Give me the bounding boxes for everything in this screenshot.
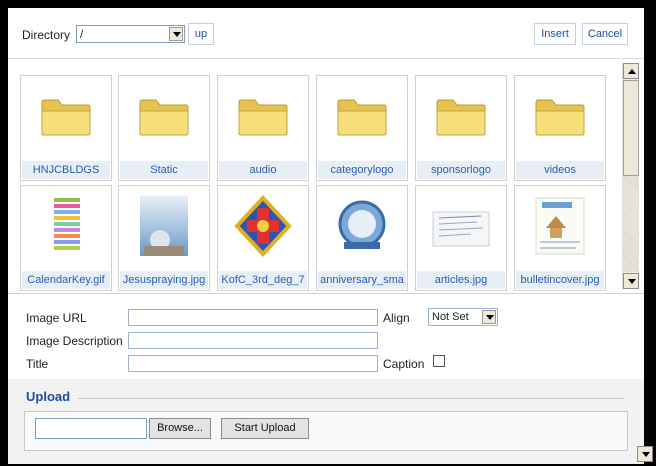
align-value: Not Set xyxy=(432,311,469,323)
image-thumb xyxy=(416,186,506,266)
folder-icon xyxy=(238,99,288,136)
folder-thumb xyxy=(21,76,111,156)
file-name: audio xyxy=(219,161,307,179)
anniversary-seal-image-icon xyxy=(338,200,386,249)
file-tile[interactable]: audio xyxy=(217,75,309,181)
folder-icon xyxy=(436,99,486,136)
scroll-up-icon[interactable] xyxy=(623,63,639,79)
file-tile[interactable]: bulletincover.jpg xyxy=(514,185,606,291)
file-tile[interactable]: Static xyxy=(118,75,210,181)
file-tile[interactable]: CalendarKey.gif xyxy=(20,185,112,291)
folder-thumb xyxy=(416,76,506,156)
file-name: sponsorlogo xyxy=(417,161,505,179)
folder-thumb xyxy=(317,76,407,156)
scroll-down-icon[interactable] xyxy=(637,446,653,462)
grid-scrollbar[interactable] xyxy=(622,63,639,289)
scroll-thumb[interactable] xyxy=(623,80,639,176)
image-thumb xyxy=(21,186,111,266)
align-label: Align xyxy=(383,311,410,325)
browse-button[interactable]: Browse... xyxy=(149,418,211,439)
folder-icon xyxy=(139,99,189,136)
toolbar: Directory / up Insert Cancel xyxy=(8,8,644,59)
bulletin-cover-image-icon xyxy=(535,197,585,255)
title-label: Title xyxy=(26,357,49,371)
chevron-down-icon[interactable] xyxy=(482,310,496,324)
kofc-emblem-image-icon xyxy=(234,195,292,257)
scroll-down-icon[interactable] xyxy=(623,273,639,289)
image-properties: Image URL Image Description Title Align … xyxy=(8,293,644,380)
file-name: articles.jpg xyxy=(417,271,505,289)
folder-thumb xyxy=(119,76,209,156)
image-browser-dialog: Directory / up Insert Cancel HNJCBLDGS S… xyxy=(8,8,644,464)
scroll-track[interactable] xyxy=(623,176,639,272)
image-description-label: Image Description xyxy=(26,334,123,348)
folder-icon xyxy=(41,99,91,136)
caption-checkbox[interactable] xyxy=(433,355,445,367)
file-name: videos xyxy=(516,161,604,179)
start-upload-button[interactable]: Start Upload xyxy=(221,418,309,439)
file-tile[interactable]: videos xyxy=(514,75,606,181)
chevron-down-icon[interactable] xyxy=(169,27,183,41)
file-name: HNJCBLDGS xyxy=(22,161,110,179)
file-name: KofC_3rd_deg_7 xyxy=(219,271,307,289)
directory-select[interactable]: / xyxy=(76,25,185,43)
insert-button[interactable]: Insert xyxy=(534,23,576,45)
upload-title: Upload xyxy=(26,389,71,404)
file-grid: HNJCBLDGS Static audio categorylogo spon… xyxy=(8,59,621,292)
image-url-input[interactable] xyxy=(128,309,378,326)
file-tile[interactable]: HNJCBLDGS xyxy=(20,75,112,181)
file-tile[interactable]: articles.jpg xyxy=(415,185,507,291)
directory-label: Directory xyxy=(22,28,71,42)
file-name: CalendarKey.gif xyxy=(22,271,110,289)
image-thumb xyxy=(119,186,209,266)
image-thumb xyxy=(218,186,308,266)
file-name: Static xyxy=(120,161,208,179)
articles-image-icon xyxy=(432,211,490,247)
file-name: Jesuspraying.jpg xyxy=(120,271,208,289)
file-tile[interactable]: anniversary_sma xyxy=(316,185,408,291)
file-name: anniversary_sma xyxy=(318,271,406,289)
image-description-input[interactable] xyxy=(128,332,378,349)
folder-thumb xyxy=(218,76,308,156)
file-tile[interactable]: sponsorlogo xyxy=(415,75,507,181)
upload-box: Browse... Start Upload xyxy=(24,411,628,451)
calendar-key-image-icon xyxy=(54,196,80,256)
image-url-label: Image URL xyxy=(26,311,87,325)
title-input[interactable] xyxy=(128,355,378,372)
cancel-button[interactable]: Cancel xyxy=(582,23,628,45)
file-name: categorylogo xyxy=(318,161,406,179)
upload-section: Upload Browse... Start Upload xyxy=(8,379,644,464)
caption-label: Caption xyxy=(383,357,425,371)
file-tile[interactable]: KofC_3rd_deg_7 xyxy=(217,185,309,291)
align-select[interactable]: Not Set xyxy=(428,308,498,326)
file-path-input[interactable] xyxy=(35,418,147,439)
folder-icon xyxy=(535,99,585,136)
file-tile[interactable]: categorylogo xyxy=(316,75,408,181)
folder-thumb xyxy=(515,76,605,156)
upload-divider xyxy=(78,398,624,399)
directory-value: / xyxy=(80,27,84,41)
file-tile[interactable]: Jesuspraying.jpg xyxy=(118,185,210,291)
image-thumb xyxy=(515,186,605,266)
folder-icon xyxy=(337,99,387,136)
jesus-praying-image-icon xyxy=(140,196,188,256)
image-thumb xyxy=(317,186,407,266)
file-name: bulletincover.jpg xyxy=(516,271,604,289)
up-button[interactable]: up xyxy=(188,23,214,45)
